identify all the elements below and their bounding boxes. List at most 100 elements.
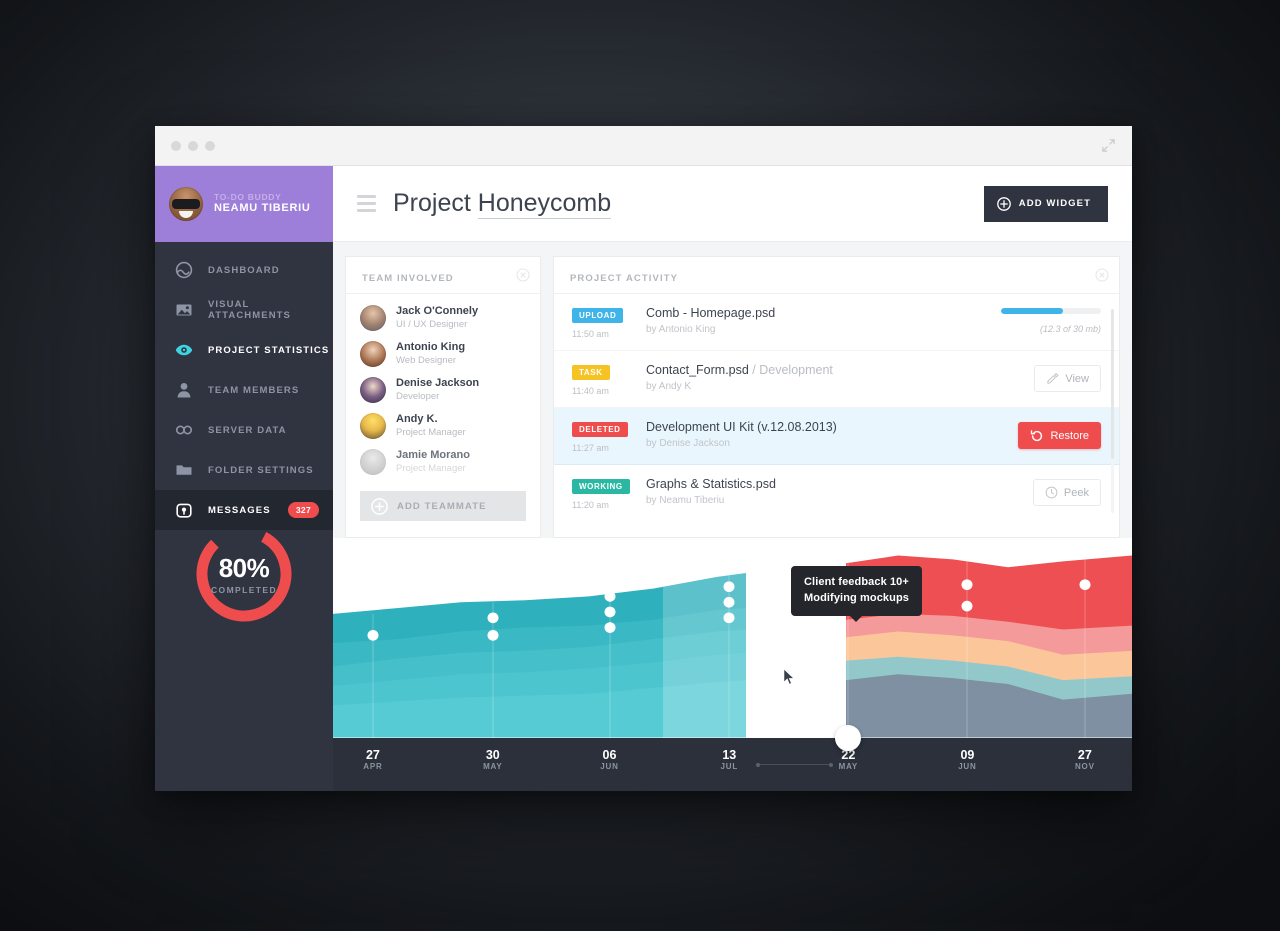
table-row[interactable]: WORKING 11:20 am Graphs & Statistics.psd… xyxy=(554,465,1119,521)
member-role: UI / UX Designer xyxy=(396,318,468,330)
add-widget-button[interactable]: ADD WIDGET xyxy=(983,185,1108,222)
avatar xyxy=(360,305,386,332)
timeline-tick[interactable]: 09 JUN xyxy=(958,748,976,771)
status-badge: WORKING xyxy=(572,479,630,494)
member-role: Project Manager xyxy=(396,427,466,439)
scrollbar-thumb[interactable] xyxy=(1111,309,1114,459)
activity-author: by Denise Jackson xyxy=(646,438,730,449)
table-row[interactable]: TASK 11:40 am Contact_Form.psd / Develop… xyxy=(554,351,1119,408)
sidebar-nav: DASHBOARD VISUAL ATTACHMENTS PROJECT STA… xyxy=(155,242,333,530)
status-badge: DELETED xyxy=(572,422,628,437)
sidebar-item-label: SERVER DATA xyxy=(208,424,287,436)
avatar xyxy=(169,187,203,221)
timeline-tick[interactable]: 13 JUL xyxy=(721,748,739,771)
activity-title-suffix: / Development xyxy=(748,363,833,377)
member-name: Jamie Morano xyxy=(396,449,470,462)
list-item[interactable]: Andy K. Project Manager xyxy=(360,408,526,444)
minimize-button[interactable] xyxy=(188,140,198,151)
sidebar-item-project-statistics[interactable]: PROJECT STATISTICS xyxy=(155,330,333,370)
page-header: Project Honeycomb ADD WIDGET xyxy=(333,166,1132,242)
maximize-button[interactable] xyxy=(205,140,215,151)
eye-icon xyxy=(175,341,193,359)
add-teammate-button[interactable]: ADD TEAMMATE xyxy=(360,491,526,522)
table-row[interactable]: UPLOAD 11:50 am Comb - Homepage.psd by A… xyxy=(554,294,1119,351)
activity-panel-title: PROJECT ACTIVITY xyxy=(570,273,679,284)
avatar xyxy=(360,413,386,440)
image-icon xyxy=(175,301,193,319)
dashboard-icon xyxy=(175,261,193,279)
timeline-tick[interactable]: 30 MAY xyxy=(483,748,502,771)
sidebar-item-folder-settings[interactable]: FOLDER SETTINGS xyxy=(155,450,333,490)
tick-day: 13 xyxy=(722,748,737,762)
sidebar-item-team-members[interactable]: TEAM MEMBERS xyxy=(155,370,333,410)
project-activity-panel: PROJECT ACTIVITY UPLOAD 11:50 am Comb - … xyxy=(553,256,1120,539)
sidebar-item-label: DASHBOARD xyxy=(208,264,280,276)
expand-arrows-icon[interactable] xyxy=(1101,138,1116,153)
timeline-tick[interactable]: 27 APR xyxy=(363,748,382,771)
peek-button[interactable]: Peek xyxy=(1032,479,1101,506)
timeline-tick[interactable]: 22 MAY xyxy=(839,748,858,771)
hamburger-icon[interactable] xyxy=(357,195,376,212)
activity-list: UPLOAD 11:50 am Comb - Homepage.psd by A… xyxy=(554,294,1119,521)
sidebar-item-visual-attachments[interactable]: VISUAL ATTACHMENTS xyxy=(155,290,333,330)
team-panel-title: TEAM INVOLVED xyxy=(362,273,454,284)
timeline-slider[interactable]: 27 APR 30 MAY 06 JUN 13 JUL 22 MAY 09 JU… xyxy=(333,725,1132,791)
activity-author: by Antonio King xyxy=(646,324,716,335)
view-button[interactable]: View xyxy=(1034,365,1101,392)
activity-author: by Andy K xyxy=(646,381,692,392)
timeline-tick[interactable]: 27 NOV xyxy=(1075,748,1095,771)
member-name: Andy K. xyxy=(396,413,438,426)
panel-heading: TEAM INVOLVED xyxy=(346,257,540,294)
sidebar-profile[interactable]: TO-DO BUDDY NEAMU TIBERIU xyxy=(155,166,333,242)
folder-icon xyxy=(175,461,193,479)
person-icon xyxy=(175,381,193,399)
list-item[interactable]: Denise Jackson Developer xyxy=(360,372,526,408)
avatar xyxy=(360,449,386,476)
avatar xyxy=(360,341,386,368)
status-badge: TASK xyxy=(572,365,610,380)
team-member-list: Jack O'Connely UI / UX Designer Antonio … xyxy=(346,294,540,480)
restore-button[interactable]: Restore xyxy=(1018,422,1101,449)
plus-circle-icon xyxy=(371,498,388,515)
plus-circle-icon xyxy=(996,196,1011,211)
member-role: Web Designer xyxy=(396,354,457,366)
table-row[interactable]: DELETED 11:27 am Development UI Kit (v.1… xyxy=(554,408,1119,465)
pencil-icon xyxy=(1047,372,1059,384)
restore-button-label: Restore xyxy=(1050,429,1089,442)
sidebar-item-server-data[interactable]: SERVER DATA xyxy=(155,410,333,450)
list-item[interactable]: Jack O'Connely UI / UX Designer xyxy=(360,300,526,336)
sidebar-item-label: MESSAGES xyxy=(208,504,271,516)
mouse-cursor-icon xyxy=(783,668,795,686)
project-activity-chart[interactable]: Client feedback 10+ Modifying mockups xyxy=(333,538,1132,738)
upload-progress-label: (12.3 of 30 mb) xyxy=(1039,324,1101,334)
gauge-percent: 80% xyxy=(218,553,270,583)
member-name: Jack O'Connely xyxy=(396,305,479,317)
tick-day: 27 xyxy=(1077,748,1092,762)
profile-subtitle: TO-DO BUDDY xyxy=(214,191,282,202)
close-circle-icon[interactable] xyxy=(516,268,530,282)
list-item[interactable]: Jamie Morano Project Manager xyxy=(360,444,526,480)
range-connector xyxy=(756,762,833,767)
sidebar-item-dashboard[interactable]: DASHBOARD xyxy=(155,250,333,290)
peek-button-label: Peek xyxy=(1063,486,1089,499)
panel-heading: PROJECT ACTIVITY xyxy=(554,257,1119,294)
profile-name: NEAMU TIBERIU xyxy=(214,202,311,215)
clock-icon xyxy=(1045,486,1058,499)
activity-title: Graphs & Statistics.psd xyxy=(646,477,776,491)
close-circle-icon[interactable] xyxy=(1095,268,1109,282)
list-item[interactable]: Antonio King Web Designer xyxy=(360,336,526,372)
close-button[interactable] xyxy=(171,140,181,151)
tick-day: 09 xyxy=(960,748,975,762)
page-title-underlined: Honeycomb xyxy=(477,189,612,219)
upload-progress-bar xyxy=(1001,308,1101,314)
sidebar-item-label: FOLDER SETTINGS xyxy=(208,464,314,476)
window-controls[interactable] xyxy=(171,140,215,151)
timeline-tick[interactable]: 06 JUN xyxy=(600,748,618,771)
infinity-icon xyxy=(175,421,193,439)
member-name: Denise Jackson xyxy=(396,377,480,390)
panels-row: TEAM INVOLVED Jack O'Connely UI / UX Des… xyxy=(333,242,1132,539)
tick-month: APR xyxy=(363,762,383,772)
add-teammate-label: ADD TEAMMATE xyxy=(397,500,487,512)
team-involved-panel: TEAM INVOLVED Jack O'Connely UI / UX Des… xyxy=(345,256,541,539)
activity-author: by Neamu Tiberiu xyxy=(646,495,725,506)
